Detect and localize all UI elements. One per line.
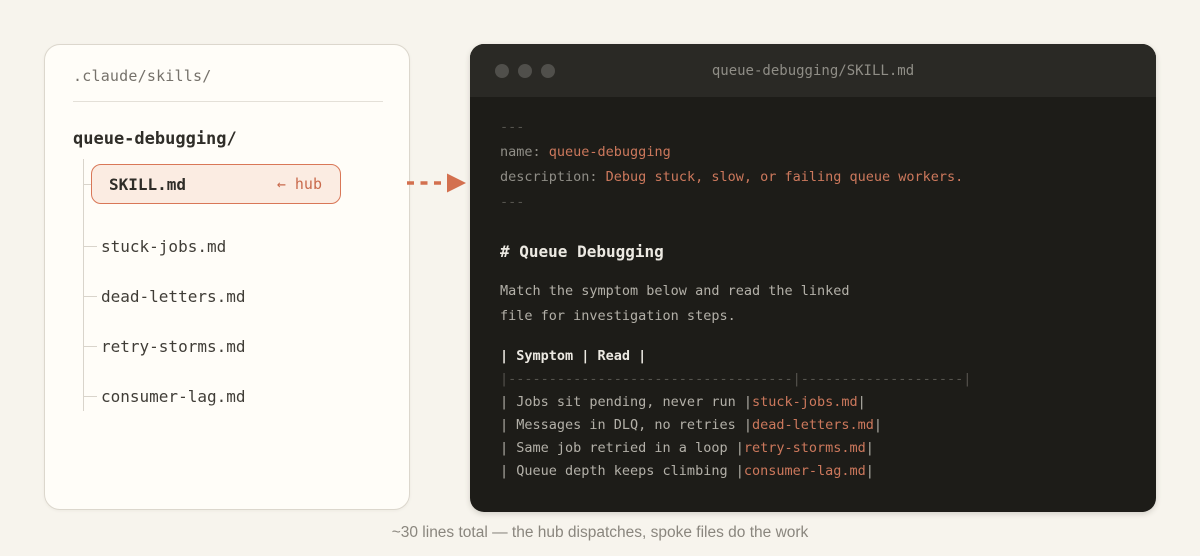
code-line: | Queue depth keeps climbing |consumer-l… bbox=[500, 460, 1126, 483]
path-header: .claude/skills/ bbox=[73, 67, 211, 85]
tree-tick bbox=[83, 184, 91, 185]
tree-item[interactable]: consumer-lag.md bbox=[83, 371, 403, 421]
code-segment: queue-debugging bbox=[549, 144, 671, 160]
tree-tick bbox=[83, 246, 97, 247]
code-segment: | Same job retried in a loop | bbox=[500, 440, 744, 456]
code-segment: consumer-lag.md bbox=[744, 463, 866, 479]
code-line: --- bbox=[500, 190, 1126, 215]
tree-item-skill-md[interactable]: SKILL.md ← hub bbox=[91, 164, 341, 204]
tree-item[interactable]: dead-letters.md bbox=[83, 271, 403, 321]
editor-content: ---name: queue-debuggingdescription: Deb… bbox=[470, 97, 1156, 483]
window-dot-icon[interactable] bbox=[518, 64, 532, 78]
tree-tick bbox=[83, 346, 97, 347]
tree-tick bbox=[83, 396, 97, 397]
tree-item-label: stuck-jobs.md bbox=[101, 237, 226, 256]
tree-item-label: SKILL.md bbox=[109, 175, 186, 194]
code-segment: | bbox=[874, 417, 882, 433]
code-segment: | Messages in DLQ, no retries | bbox=[500, 417, 752, 433]
file-tree-panel: .claude/skills/ queue-debugging/ SKILL.m… bbox=[44, 44, 410, 510]
tree-item-hub-row: SKILL.md ← hub bbox=[83, 164, 341, 204]
code-line: | Jobs sit pending, never run |stuck-job… bbox=[500, 391, 1126, 414]
code-segment: | Jobs sit pending, never run | bbox=[500, 394, 752, 410]
code-segment: | bbox=[858, 394, 866, 410]
divider bbox=[73, 101, 383, 102]
editor-titlebar: queue-debugging/SKILL.md bbox=[470, 44, 1156, 97]
spoke-list: stuck-jobs.md dead-letters.md retry-storms… bbox=[83, 221, 403, 421]
code-line: description: Debug stuck, slow, or faili… bbox=[500, 165, 1126, 190]
code-segment: name: bbox=[500, 144, 549, 160]
tree-item[interactable]: stuck-jobs.md bbox=[83, 221, 403, 271]
window-dots bbox=[495, 64, 555, 78]
code-line: | Symptom | Read | bbox=[500, 345, 1126, 368]
hub-annotation: ← hub bbox=[277, 175, 322, 193]
code-segment: Debug stuck, slow, or failing queue work… bbox=[606, 169, 964, 185]
code-segment: | bbox=[866, 463, 874, 479]
tree-item-label: retry-storms.md bbox=[101, 337, 246, 356]
code-line: |-----------------------------------|---… bbox=[500, 368, 1126, 391]
window-dot-icon[interactable] bbox=[541, 64, 555, 78]
caption-text: ~30 lines total — the hub dispatches, sp… bbox=[0, 524, 1200, 542]
code-line: # Queue Debugging bbox=[500, 237, 1126, 267]
code-line: name: queue-debugging bbox=[500, 140, 1126, 165]
tree-item-label: consumer-lag.md bbox=[101, 387, 246, 406]
code-line: --- bbox=[500, 115, 1126, 140]
illustration-canvas: .claude/skills/ queue-debugging/ SKILL.m… bbox=[0, 0, 1200, 556]
editor-title: queue-debugging/SKILL.md bbox=[470, 63, 1156, 79]
code-line: file for investigation steps. bbox=[500, 304, 1126, 329]
code-segment: | Symptom | Read | bbox=[500, 348, 646, 364]
code-segment: file for investigation steps. bbox=[500, 308, 736, 324]
folder-name: queue-debugging/ bbox=[73, 129, 237, 149]
code-line: | Messages in DLQ, no retries |dead-lett… bbox=[500, 414, 1126, 437]
code-line: | Same job retried in a loop |retry-stor… bbox=[500, 437, 1126, 460]
code-segment: |-----------------------------------|---… bbox=[500, 371, 971, 387]
hub-to-editor-arrow-icon bbox=[406, 170, 468, 196]
code-line: Match the symptom below and read the lin… bbox=[500, 279, 1126, 304]
code-segment: dead-letters.md bbox=[752, 417, 874, 433]
code-segment: description: bbox=[500, 169, 606, 185]
code-segment: Match the symptom below and read the lin… bbox=[500, 283, 850, 299]
editor-window: queue-debugging/SKILL.md --- name: queue-… bbox=[470, 44, 1156, 512]
tree-item[interactable]: retry-storms.md bbox=[83, 321, 403, 371]
code-segment: | Queue depth keeps climbing | bbox=[500, 463, 744, 479]
tree-item-label: dead-letters.md bbox=[101, 287, 246, 306]
code-segment: # Queue Debugging bbox=[500, 242, 664, 261]
code-segment: stuck-jobs.md bbox=[752, 394, 858, 410]
code-segment: --- bbox=[500, 119, 524, 135]
code-segment: --- bbox=[500, 194, 524, 210]
tree-tick bbox=[83, 296, 97, 297]
code-segment: | bbox=[866, 440, 874, 456]
window-dot-icon[interactable] bbox=[495, 64, 509, 78]
code-segment: retry-storms.md bbox=[744, 440, 866, 456]
